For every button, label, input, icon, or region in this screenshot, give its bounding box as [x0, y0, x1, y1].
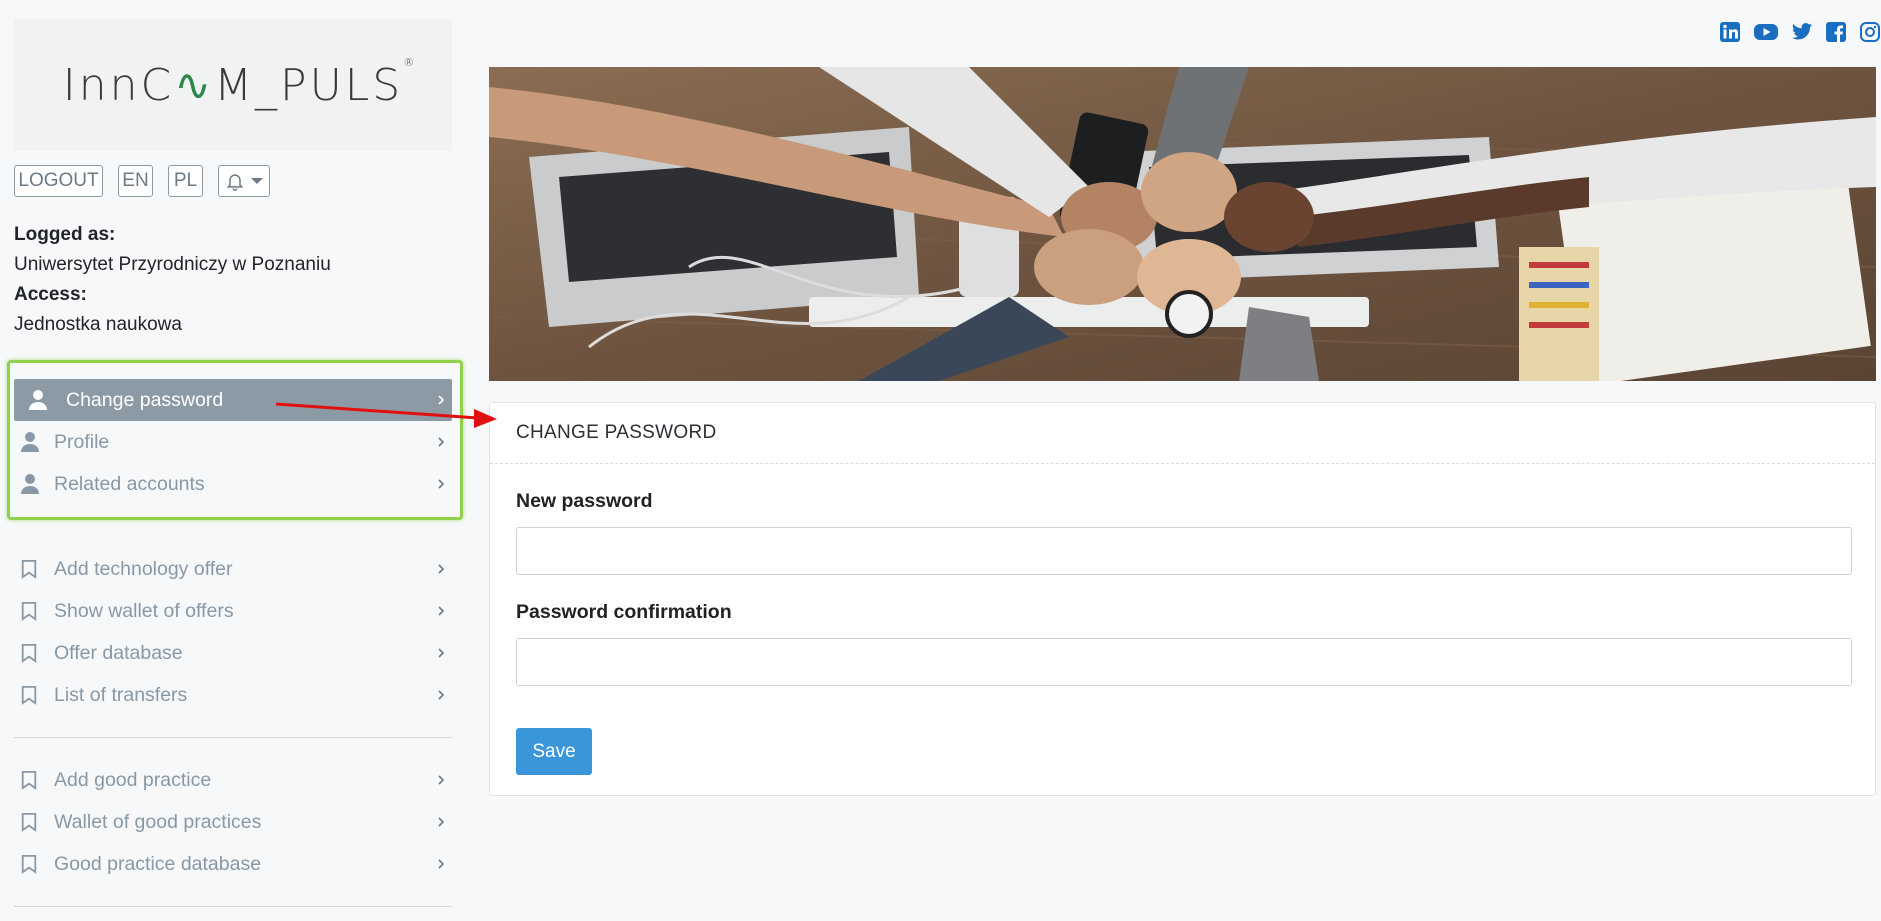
facebook-icon[interactable] [1825, 21, 1847, 43]
chevron-right-icon [438, 859, 445, 869]
chevron-right-icon [438, 479, 445, 489]
access-label: Access: [14, 284, 87, 305]
chevron-right-icon [438, 395, 445, 405]
user-icon [20, 473, 40, 495]
menu-item-list-of-transfers[interactable]: List of transfers [14, 674, 452, 716]
menu-item-label: List of transfers [54, 683, 188, 706]
chevron-right-icon [438, 775, 445, 785]
menu-item-change-password[interactable]: Change password [14, 379, 452, 421]
menu-item-label: Profile [54, 430, 110, 453]
chevron-right-icon [438, 606, 445, 616]
menu-item-label: Offer database [54, 641, 183, 664]
menu-item-label: Related accounts [54, 472, 205, 495]
sidebar: InnC∿M_PULS ® LOGOUT EN PL Logged as: Un… [0, 0, 465, 921]
menu-item-add-good-practice[interactable]: Add good practice [14, 759, 452, 801]
menu-item-label: Add good practice [54, 768, 212, 791]
menu-item-show-wallet-of-offers[interactable]: Show wallet of offers [14, 590, 452, 632]
chevron-right-icon [438, 437, 445, 447]
menu-item-label: Good practice database [54, 852, 262, 875]
logged-as-label: Logged as: [14, 224, 116, 245]
new-password-input[interactable] [516, 527, 1852, 575]
bookmark-icon [20, 769, 40, 791]
account-menu: Change password Profile Related accounts [14, 379, 452, 505]
chevron-down-icon [251, 178, 263, 184]
notifications-dropdown[interactable] [218, 165, 270, 197]
chevron-right-icon [438, 564, 445, 574]
new-password-label: New password [516, 490, 653, 512]
good-practice-menu: Add good practice Wallet of good practic… [14, 759, 452, 885]
chevron-right-icon [438, 648, 445, 658]
top-buttons: LOGOUT EN PL [14, 165, 270, 197]
menu-item-related-accounts[interactable]: Related accounts [14, 463, 452, 505]
password-confirmation-input[interactable] [516, 638, 1852, 686]
card-body: New password Password confirmation Save [490, 464, 1875, 801]
linkedin-icon[interactable] [1719, 21, 1741, 43]
logo-swirl: ∿ [174, 59, 215, 111]
chevron-right-icon [438, 817, 445, 827]
lang-en-button[interactable]: EN [118, 165, 153, 197]
youtube-icon[interactable] [1753, 21, 1779, 43]
social-links [1719, 21, 1881, 43]
menu-item-offer-database[interactable]: Offer database [14, 632, 452, 674]
login-info: Logged as: Uniwersytet Przyrodniczy w Po… [14, 220, 331, 340]
bookmark-icon [20, 558, 40, 580]
bell-icon [226, 174, 244, 191]
save-button[interactable]: Save [516, 728, 592, 775]
chevron-right-icon [438, 690, 445, 700]
hero-image [489, 67, 1876, 381]
bookmark-icon [20, 684, 40, 706]
teamwork-fist-bump-illustration [489, 67, 1876, 381]
access-value: Jednostka naukowa [14, 314, 182, 335]
menu-item-label: Add technology offer [54, 557, 233, 580]
user-icon [28, 389, 48, 411]
registered-mark: ® [403, 55, 418, 69]
menu-item-label: Wallet of good practices [54, 810, 262, 833]
bookmark-icon [20, 853, 40, 875]
menu-item-label: Change password [66, 388, 224, 411]
logged-as-value: Uniwersytet Przyrodniczy w Poznaniu [14, 254, 331, 275]
change-password-card: CHANGE PASSWORD New password Password co… [489, 402, 1876, 796]
twitter-icon[interactable] [1791, 21, 1813, 43]
offers-menu: Add technology offer Show wallet of offe… [14, 548, 452, 716]
logout-button[interactable]: LOGOUT [14, 165, 103, 197]
logo[interactable]: InnC∿M_PULS ® [14, 19, 452, 151]
user-icon [20, 431, 40, 453]
bookmark-icon [20, 600, 40, 622]
menu-item-label: Show wallet of offers [54, 599, 234, 622]
menu-item-good-practice-database[interactable]: Good practice database [14, 843, 452, 885]
logo-text: InnC∿M_PULS ® [62, 55, 418, 111]
menu-item-add-technology-offer[interactable]: Add technology offer [14, 548, 452, 590]
bookmark-icon [20, 811, 40, 833]
card-title: CHANGE PASSWORD [490, 403, 1875, 464]
lang-pl-button[interactable]: PL [168, 165, 203, 197]
menu-item-profile[interactable]: Profile [14, 421, 452, 463]
menu-divider [14, 737, 452, 738]
menu-item-wallet-of-good-practices[interactable]: Wallet of good practices [14, 801, 452, 843]
bookmark-icon [20, 642, 40, 664]
password-confirmation-label: Password confirmation [516, 601, 732, 623]
instagram-icon[interactable] [1859, 21, 1881, 43]
menu-divider [14, 906, 452, 907]
